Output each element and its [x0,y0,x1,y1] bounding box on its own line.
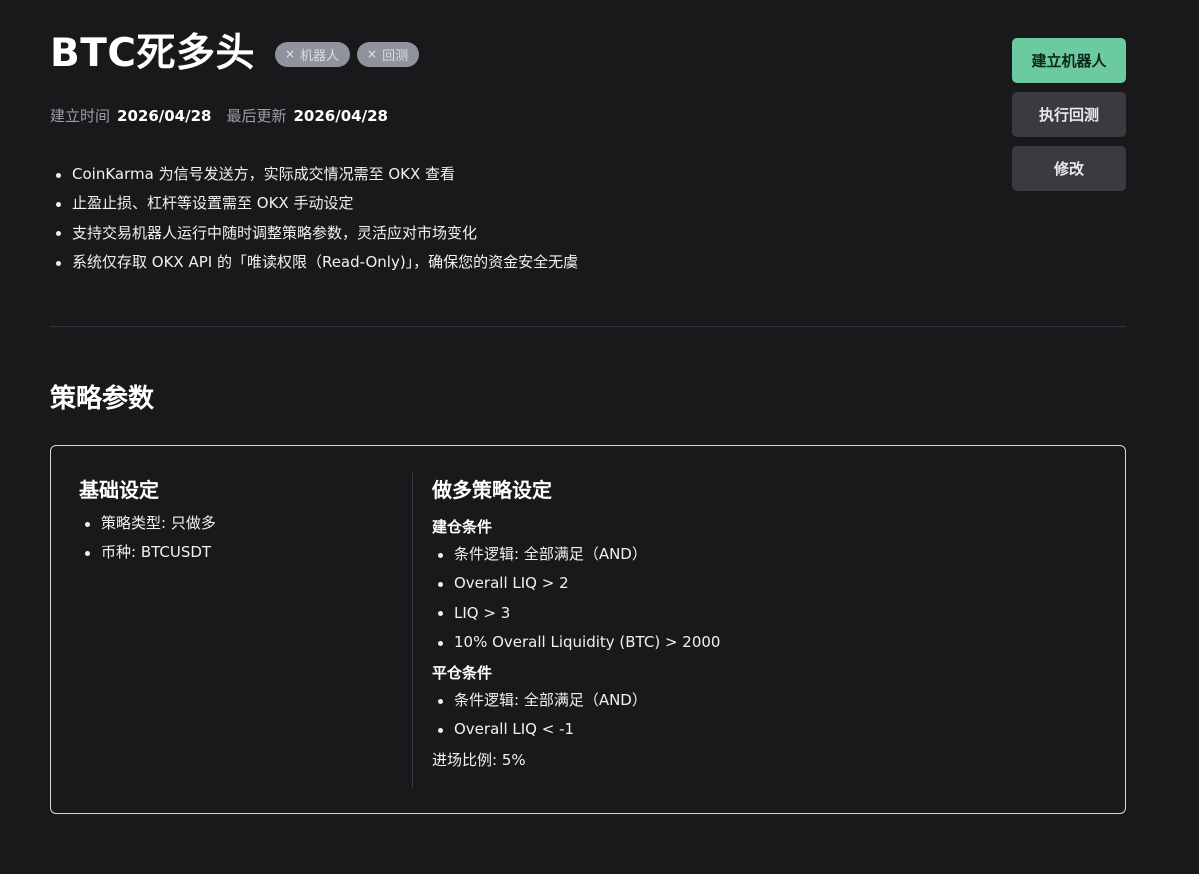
title-row: BTC死多头 × 机器人 × 回测 [50,30,420,78]
list-item: 条件逻辑: 全部满足（AND） [432,686,720,715]
close-icon[interactable]: × [367,47,377,61]
tag-label: 机器人 [300,48,340,64]
updated-value: 2026/04/28 [293,107,388,125]
exit-conditions-list: 条件逻辑: 全部满足（AND） Overall LIQ < -1 [432,686,720,745]
action-buttons: 建立机器人 执行回测 修改 [1012,38,1126,200]
page-title: BTC死多头 [50,31,255,76]
list-item: LIQ > 3 [432,599,720,628]
section-title-strategy-params: 策略参数 [50,384,155,414]
list-item: 10% Overall Liquidity (BTC) > 2000 [432,628,720,657]
list-item: 条件逻辑: 全部满足（AND） [432,540,720,569]
created-value: 2026/04/28 [117,107,212,125]
entry-conditions-list: 条件逻辑: 全部满足（AND） Overall LIQ > 2 LIQ > 3 … [432,540,720,657]
tag-label: 回测 [382,48,409,64]
tag-robot[interactable]: × 机器人 [274,41,351,67]
list-item: 币种: BTCUSDT [79,538,216,567]
list-item: 策略类型: 只做多 [79,509,216,538]
note-item: 止盈止损、杠杆等设置需至 OKX 手动设定 [50,189,578,218]
updated-label: 最后更新 [226,107,287,125]
run-backtest-button[interactable]: 执行回测 [1012,92,1126,137]
column-divider [412,473,413,788]
created-label: 建立时间 [50,107,111,125]
create-bot-button[interactable]: 建立机器人 [1012,38,1126,83]
entry-conditions-title: 建仓条件 [432,518,493,536]
tag-list: × 机器人 × 回测 [274,41,420,67]
list-item: Overall LIQ > 2 [432,569,720,598]
exit-conditions-title: 平仓条件 [432,664,493,683]
list-item: Overall LIQ < -1 [432,715,720,744]
long-strategy-settings: 做多策略设定 建仓条件 条件逻辑: 全部满足（AND） Overall LIQ … [432,476,720,771]
note-item: CoinKarma 为信号发送方，实际成交情况需至 OKX 查看 [50,160,578,189]
close-icon[interactable]: × [285,47,295,61]
tag-backtest[interactable]: × 回测 [357,41,420,67]
strategy-params-card: 基础设定 策略类型: 只做多 币种: BTCUSDT 做多策略设定 建仓条件 条… [50,445,1126,814]
basic-settings-title: 基础设定 [79,478,159,502]
note-item: 支持交易机器人运行中随时调整策略参数，灵活应对市场变化 [50,219,578,248]
basic-settings-list: 策略类型: 只做多 币种: BTCUSDT [79,509,216,568]
meta-info: 建立时间 2026/04/28 最后更新 2026/04/28 [50,105,403,127]
note-item: 系统仅存取 OKX API 的「唯读权限（Read-Only)」，确保您的资金安… [50,248,578,277]
long-strategy-title: 做多策略设定 [432,478,552,502]
entry-ratio: 进场比例: 5% [432,750,526,769]
basic-settings: 基础设定 策略类型: 只做多 币种: BTCUSDT [79,476,216,568]
strategy-detail-page: BTC死多头 × 机器人 × 回测 建立时间 2026/04/28 最后更新 2… [0,0,1199,874]
edit-button[interactable]: 修改 [1012,146,1126,191]
notes-list: CoinKarma 为信号发送方，实际成交情况需至 OKX 查看 止盈止损、杠杆… [50,160,578,277]
divider [50,326,1126,327]
